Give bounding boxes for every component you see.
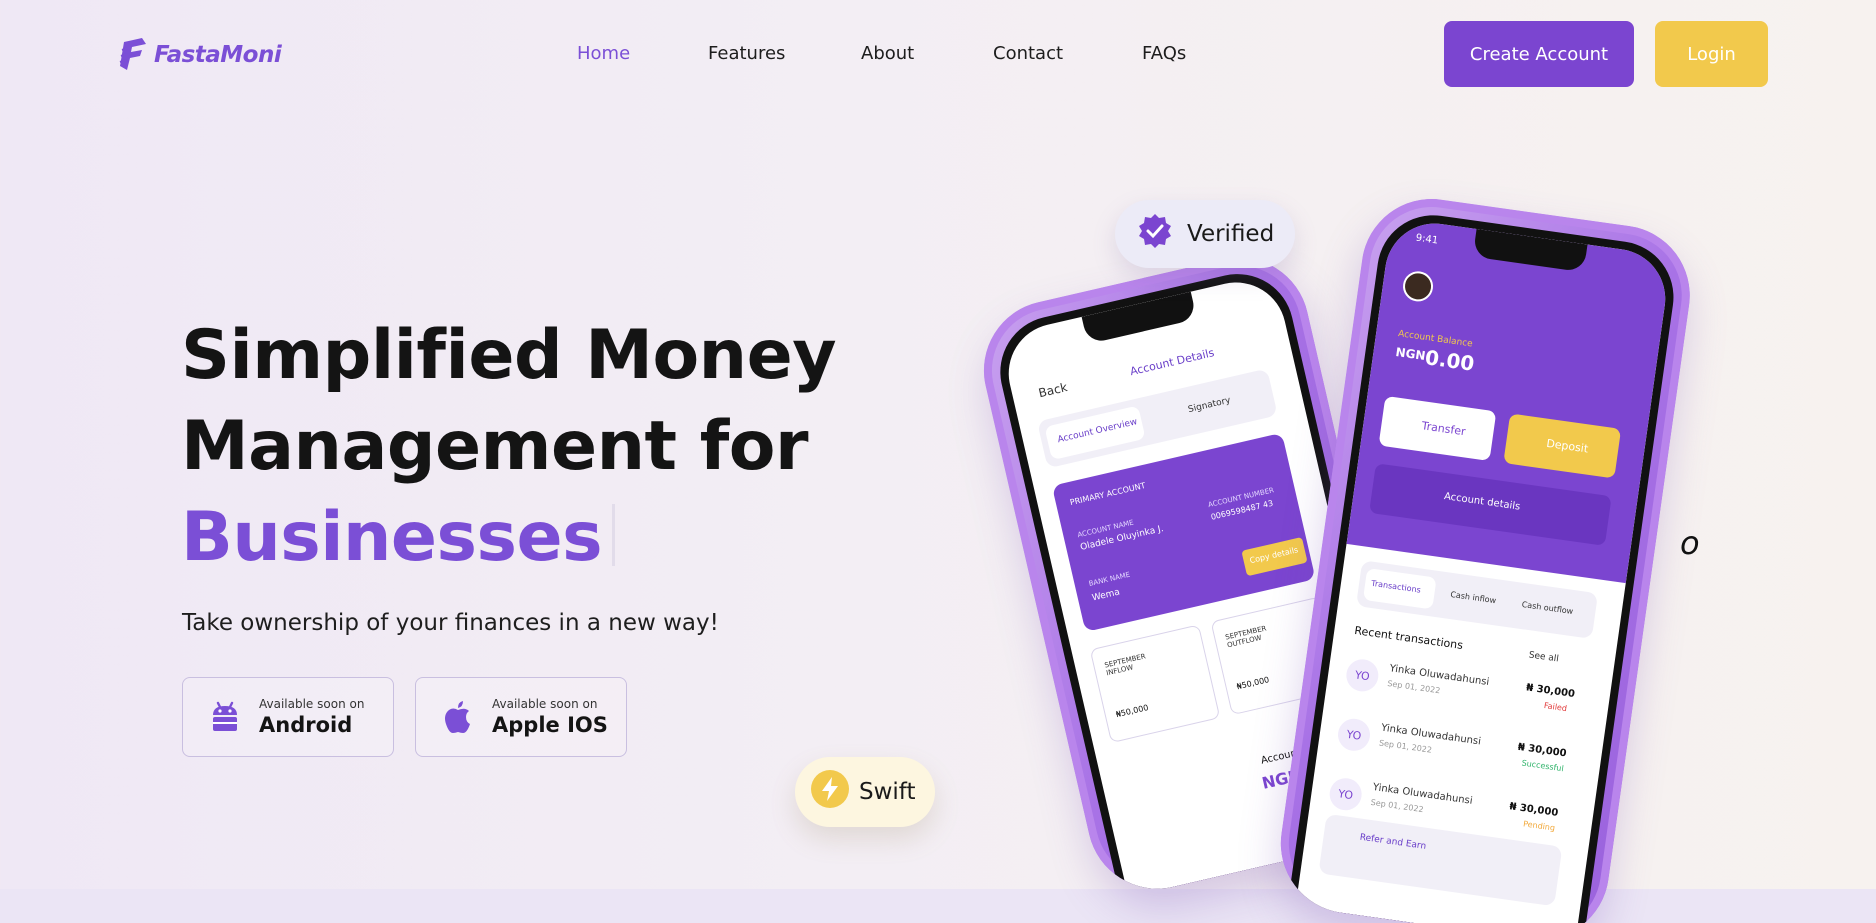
back-label: Back bbox=[1037, 380, 1069, 401]
logo-text: FastaMoni bbox=[154, 42, 282, 68]
verified-label: Verified bbox=[1187, 221, 1275, 247]
ios-store-button[interactable]: Available soon on Apple IOS bbox=[415, 677, 627, 757]
android-label: Android bbox=[259, 713, 353, 737]
bank-name: Wema bbox=[1091, 587, 1121, 604]
stray-character: o bbox=[1680, 524, 1700, 562]
login-button[interactable]: Login bbox=[1655, 21, 1768, 87]
swift-badge: Swift bbox=[795, 757, 935, 827]
hero-title-accent: Businesses bbox=[181, 498, 603, 577]
android-available-label: Available soon on bbox=[259, 697, 365, 711]
verified-badge: Verified bbox=[1115, 200, 1295, 268]
tab-cash-outflow[interactable]: Cash outflow bbox=[1521, 600, 1574, 616]
ios-available-label: Available soon on bbox=[492, 697, 598, 711]
nav-features[interactable]: Features bbox=[708, 43, 785, 64]
apple-icon bbox=[442, 699, 474, 735]
hero-title-line1: Simplified Money bbox=[181, 316, 837, 395]
logo-mark-icon bbox=[119, 38, 146, 70]
primary-account-label: PRIMARY ACCOUNT bbox=[1069, 480, 1147, 508]
tab-signatory: Signatory bbox=[1187, 395, 1232, 416]
android-icon bbox=[209, 699, 241, 735]
typing-cursor bbox=[612, 504, 616, 566]
nav-home[interactable]: Home bbox=[577, 43, 630, 64]
verified-check-icon bbox=[1137, 213, 1173, 255]
hero-subtitle: Take ownership of your finances in a new… bbox=[182, 610, 719, 636]
primary-account-card: PRIMARY ACCOUNT ACCOUNT NAME Oladele Olu… bbox=[1051, 432, 1316, 633]
copy-details-button[interactable]: Copy details bbox=[1241, 536, 1308, 577]
account-details-title: Account Details bbox=[1128, 346, 1216, 379]
swift-label: Swift bbox=[859, 779, 916, 805]
logo[interactable]: FastaMoni bbox=[118, 36, 282, 74]
tab-cash-inflow[interactable]: Cash inflow bbox=[1450, 590, 1497, 605]
see-all-link[interactable]: See all bbox=[1528, 650, 1559, 664]
bank-name-label: BANK NAME bbox=[1088, 570, 1131, 588]
phone-dashboard-mockup: 9:41 Account Balance NGN 0.00 Transfer D… bbox=[1271, 190, 1699, 923]
nav-faqs[interactable]: FAQs bbox=[1142, 43, 1186, 64]
nav-about[interactable]: About bbox=[861, 43, 914, 64]
lightning-icon bbox=[811, 770, 849, 814]
android-store-button[interactable]: Available soon on Android bbox=[182, 677, 394, 757]
create-account-button[interactable]: Create Account bbox=[1444, 21, 1634, 87]
nav-contact[interactable]: Contact bbox=[993, 43, 1063, 64]
hero-title: Simplified Money Management for Business… bbox=[181, 310, 837, 583]
recent-transactions-label: Recent transactions bbox=[1353, 623, 1464, 653]
inflow-box: SEPTEMBER INFLOW ₦50,000 bbox=[1089, 624, 1221, 744]
hero-title-line2: Management for bbox=[181, 407, 809, 486]
ios-label: Apple IOS bbox=[492, 713, 608, 737]
